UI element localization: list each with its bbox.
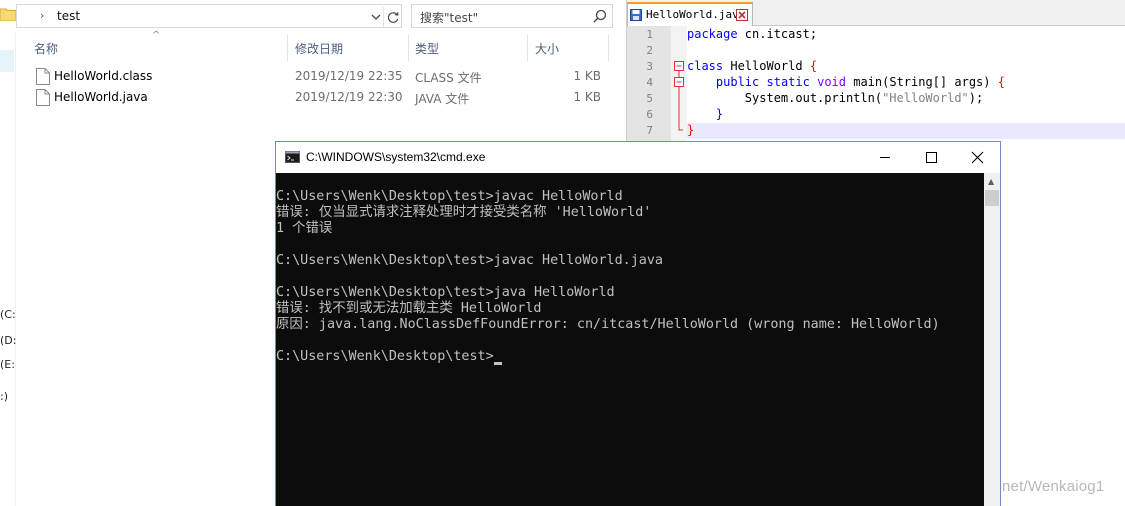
- file-type: CLASS 文件: [415, 71, 482, 85]
- line-number: 4: [646, 76, 653, 89]
- close-icon[interactable]: [736, 9, 748, 21]
- file-row[interactable]: HelloWorld.class 2019/12/19 22:35 CLASS …: [34, 66, 614, 88]
- close-button[interactable]: [954, 142, 1000, 173]
- save-icon: [630, 9, 642, 21]
- column-header-size[interactable]: 大小: [535, 34, 559, 62]
- console-output[interactable]: C:\Users\Wenk\Desktop\test>javac HelloWo…: [276, 173, 984, 506]
- code-brace: {: [997, 75, 1005, 89]
- code-keyword: package: [687, 27, 738, 41]
- console-line: C:\Users\Wenk\Desktop\test>javac HelloWo…: [276, 189, 623, 204]
- file-size: 1 KB: [573, 69, 601, 83]
- code-keyword: static: [766, 75, 810, 89]
- chevron-down-icon[interactable]: [369, 10, 383, 24]
- line-number: 2: [646, 44, 653, 57]
- code-keyword: public: [715, 75, 760, 89]
- minimize-button[interactable]: [862, 142, 908, 173]
- fold-markers-icon[interactable]: [671, 26, 687, 136]
- column-divider[interactable]: [287, 34, 288, 62]
- cmd-title: C:\WINDOWS\system32\cmd.exe: [306, 150, 486, 164]
- breadcrumb-chevron-icon[interactable]: ›: [40, 9, 44, 22]
- tab-helloworld-java[interactable]: HelloWorld.java: [627, 2, 753, 26]
- code-text: main(String[] args): [846, 75, 998, 89]
- console-line: 原因: java.lang.NoClassDefFoundError: cn/i…: [276, 317, 940, 332]
- code-text: HelloWorld: [723, 59, 810, 73]
- column-divider[interactable]: [527, 34, 528, 62]
- console-prompt: C:\Users\Wenk\Desktop\test>: [276, 349, 494, 364]
- column-divider[interactable]: [608, 34, 609, 62]
- console-line: 1 个错误: [276, 221, 333, 236]
- nav-drive-e[interactable]: (E:: [0, 358, 15, 371]
- file-modified: 2019/12/19 22:30: [295, 90, 403, 104]
- search-placeholder: 搜索"test": [420, 11, 479, 25]
- nav-drive-other[interactable]: :): [0, 390, 8, 403]
- column-header-name[interactable]: 名称: [34, 34, 58, 62]
- line-number: 5: [646, 92, 653, 105]
- maximize-button[interactable]: [908, 142, 954, 173]
- cmd-title-bar[interactable]: C:\WINDOWS\system32\cmd.exe: [276, 142, 1000, 173]
- console-prompt-line[interactable]: C:\Users\Wenk\Desktop\test>: [276, 349, 502, 365]
- nav-drive-c[interactable]: (C:: [0, 308, 16, 321]
- search-icon[interactable]: [592, 8, 608, 24]
- code-brace: {: [809, 59, 818, 73]
- code-text: );: [968, 91, 984, 105]
- code-string: "HelloWorld": [882, 91, 969, 105]
- file-name: HelloWorld.class: [54, 69, 153, 83]
- folder-icon: [0, 8, 16, 21]
- console-icon[interactable]: [285, 151, 300, 163]
- file-size: 1 KB: [573, 90, 601, 104]
- code-line-6[interactable]: }: [687, 107, 723, 121]
- code-text: System.out.println(: [687, 91, 883, 105]
- file-row[interactable]: HelloWorld.java 2019/12/19 22:30 JAVA 文件…: [34, 87, 614, 109]
- file-icon: [36, 68, 50, 85]
- nav-drive-d[interactable]: (D:: [0, 334, 16, 347]
- code-line-4[interactable]: public static void main(String[] args) {: [687, 75, 1005, 89]
- search-input[interactable]: 搜索"test": [411, 4, 613, 28]
- scrollbar-thumb[interactable]: [985, 190, 999, 206]
- code-line-1[interactable]: package cn.itcast;: [687, 27, 817, 41]
- line-number: 1: [646, 28, 653, 41]
- column-header-modified[interactable]: 修改日期: [295, 34, 343, 62]
- code-type-keyword: void: [817, 75, 846, 89]
- console-line: C:\Users\Wenk\Desktop\test>java HelloWor…: [276, 285, 615, 300]
- console-line: C:\Users\Wenk\Desktop\test>javac HelloWo…: [276, 253, 663, 268]
- address-bar[interactable]: › test: [16, 4, 402, 28]
- code-brace: }: [687, 123, 695, 137]
- scroll-up-icon[interactable]: ▲: [988, 177, 994, 186]
- console-line: 错误: 仅当显式请求注释处理时才接受类名称 'HelloWorld': [276, 205, 652, 220]
- address-bar-row: › test 搜索"test": [0, 0, 626, 32]
- vertical-scrollbar[interactable]: ▲: [984, 173, 1000, 506]
- code-line-3[interactable]: class HelloWorld {: [687, 59, 817, 73]
- code-text: cn.itcast;: [737, 27, 818, 41]
- file-modified: 2019/12/19 22:35: [295, 69, 403, 83]
- navigation-pane: (C: (D: (E: :): [0, 32, 16, 506]
- line-number: 3: [646, 60, 653, 73]
- current-line-highlight: [687, 123, 1125, 139]
- column-header-type[interactable]: 类型: [415, 34, 439, 62]
- line-number: 7: [646, 124, 653, 137]
- column-divider[interactable]: [408, 34, 409, 62]
- code-line-5[interactable]: System.out.println("HelloWorld");: [687, 91, 983, 105]
- line-number: 6: [646, 108, 653, 121]
- tab-label: HelloWorld.java: [646, 8, 746, 21]
- console-line: 错误: 找不到或无法加载主类 HelloWorld: [276, 301, 542, 316]
- file-type: JAVA 文件: [415, 92, 470, 106]
- editor-tab-bar: HelloWorld.java: [627, 0, 1125, 26]
- refresh-icon[interactable]: [383, 7, 403, 27]
- code-brace: }: [687, 107, 724, 121]
- nav-selected-item[interactable]: [0, 50, 14, 72]
- sort-ascending-icon: ^: [152, 30, 161, 41]
- text-cursor: [493, 362, 502, 365]
- cmd-window[interactable]: C:\WINDOWS\system32\cmd.exe C:\Users\Wen…: [275, 141, 1001, 506]
- file-name: HelloWorld.java: [54, 90, 148, 104]
- breadcrumb-current-folder[interactable]: test: [57, 9, 80, 23]
- code-keyword: class: [687, 59, 724, 73]
- code-line-7[interactable]: }: [687, 123, 694, 137]
- file-icon: [36, 89, 50, 106]
